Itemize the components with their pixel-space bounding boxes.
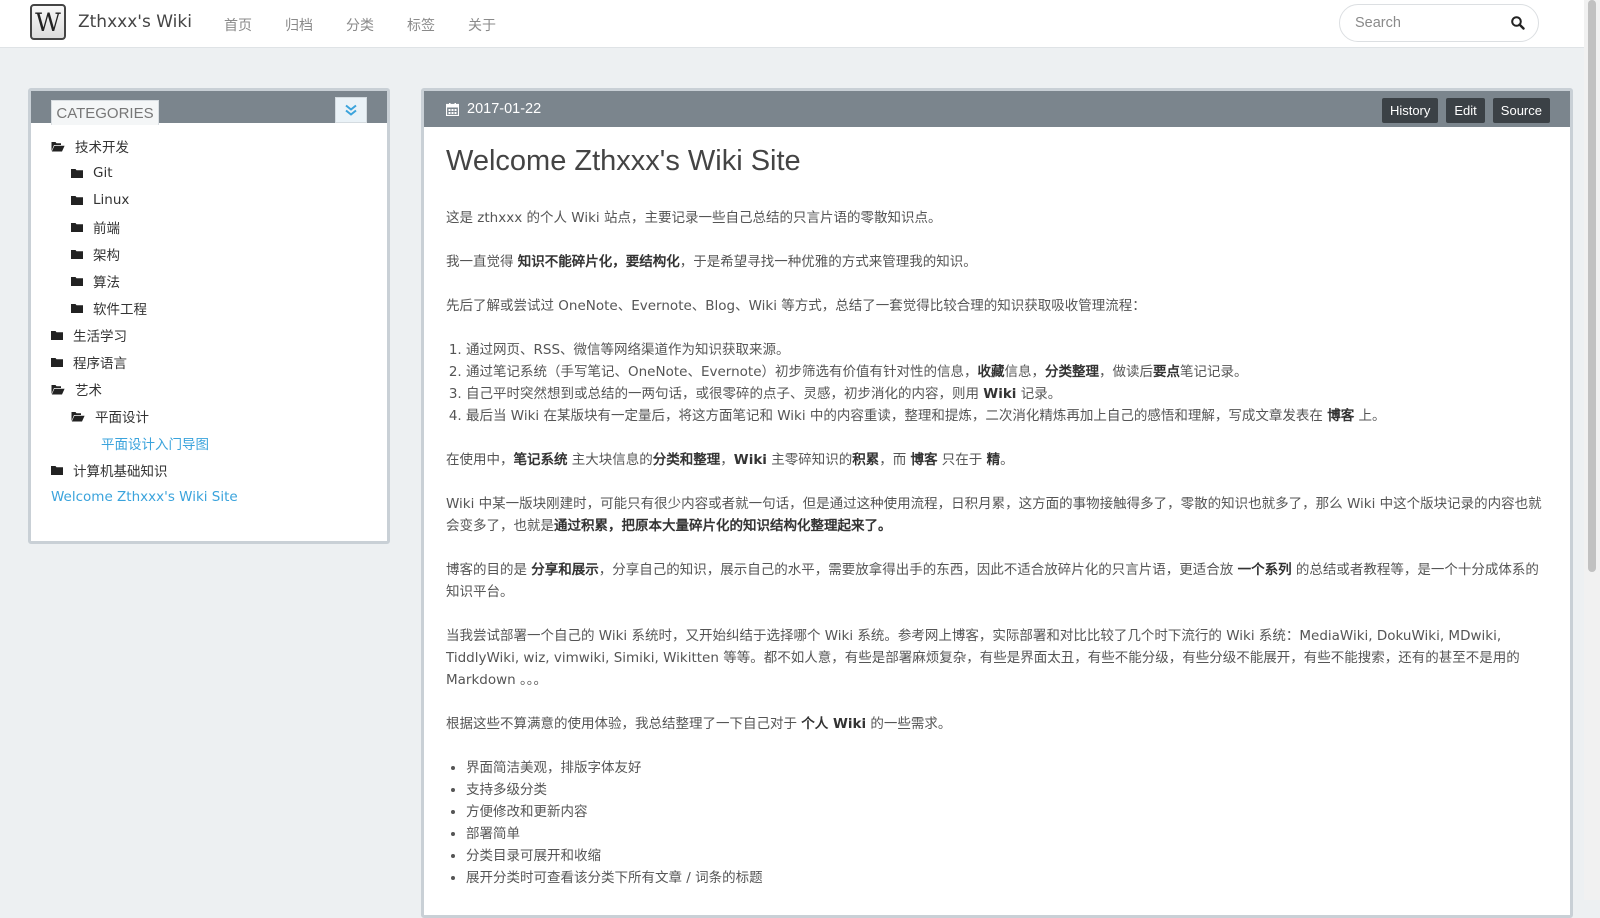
- list-item: 部署简单: [466, 823, 1550, 845]
- page-scrollbar[interactable]: [1584, 0, 1600, 900]
- calendar-icon: [446, 102, 459, 116]
- tree-item-label: 艺术: [75, 383, 102, 399]
- article-title: Welcome Zthxxx's Wiki Site: [446, 145, 801, 177]
- paragraph-blog-purpose: 博客的目的是 分享和展示，分享自己的知识，展示自己的水平，需要放拿得出手的东西，…: [446, 562, 1539, 600]
- tree-item-algorithm[interactable]: 算法: [71, 270, 120, 292]
- article-date: 2017-01-22: [446, 101, 541, 117]
- article-link-welcome[interactable]: Welcome Zthxxx's Wiki Site: [51, 489, 238, 505]
- tree-item-frontend[interactable]: 前端: [71, 216, 120, 238]
- history-button[interactable]: History: [1381, 98, 1439, 123]
- tree-item-welcome: Welcome Zthxxx's Wiki Site: [51, 486, 238, 508]
- list-item: 最后当 Wiki 在某版块有一定量后，将这方面笔记和 Wiki 中的内容重读，整…: [466, 405, 1550, 427]
- nav-home-link[interactable]: 首页: [224, 15, 252, 35]
- categories-tab[interactable]: CATEGORIES: [51, 100, 159, 125]
- paragraph-accumulation: Wiki 中某一版块刚建时，可能只有很少内容或者就一句话，但是通过这种使用流程，…: [446, 496, 1542, 534]
- requirements-list: 界面简洁美观，排版字体友好 支持多级分类 方便修改和更新内容 部署简单 分类目录…: [446, 757, 1550, 889]
- tree-item-label: 算法: [93, 275, 120, 291]
- nav-archive-link[interactable]: 归档: [285, 15, 313, 35]
- list-item: 通过网页、RSS、微信等网络渠道作为知识获取来源。: [466, 339, 1550, 361]
- paragraph-process-intro: 先后了解或尝试过 OneNote、Evernote、Blog、Wiki 等方式，…: [446, 298, 1146, 314]
- wiki-logo[interactable]: W: [30, 4, 66, 40]
- article-link-design-mindmap[interactable]: 平面设计入门导图: [101, 433, 209, 453]
- folder-icon: [71, 196, 83, 205]
- list-item: 界面简洁美观，排版字体友好: [466, 757, 1550, 779]
- paragraph-wiki-systems: 当我尝试部署一个自己的 Wiki 系统时，又开始纠结于选择哪个 Wiki 系统。…: [446, 628, 1520, 688]
- list-item: 分类目录可展开和收缩: [466, 845, 1550, 867]
- folder-icon: [71, 277, 83, 286]
- tree-item-linux[interactable]: Linux: [71, 189, 129, 211]
- scrollbar-thumb[interactable]: [1588, 0, 1596, 572]
- folder-icon: [51, 466, 63, 475]
- nav-categories-link[interactable]: 分类: [346, 15, 374, 35]
- double-chevron-down-icon: [345, 104, 357, 116]
- list-item: 支持多级分类: [466, 779, 1550, 801]
- list-item: 展开分类时可查看该分类下所有文章 / 词条的标题: [466, 867, 1550, 889]
- tree-item-software-engineering[interactable]: 软件工程: [71, 297, 147, 319]
- sidebar-header: CATEGORIES: [31, 91, 387, 125]
- folder-icon: [71, 169, 83, 178]
- list-item: 方便修改和更新内容: [466, 801, 1550, 823]
- nav-about-link[interactable]: 关于: [468, 15, 496, 35]
- article-panel: 2017-01-22 History Edit Source Welcome Z…: [421, 88, 1573, 918]
- top-navbar: W Zthxxx's Wiki 首页 归档 分类 标签 关于: [0, 0, 1584, 48]
- source-button[interactable]: Source: [1492, 98, 1550, 123]
- search-input[interactable]: [1353, 14, 1507, 32]
- tree-item-label: 架构: [93, 248, 120, 264]
- tree-item-label: 前端: [93, 221, 120, 237]
- nav-tags-link[interactable]: 标签: [407, 15, 435, 35]
- tree-item-cs-fundamentals[interactable]: 计算机基础知识: [51, 459, 168, 481]
- paragraph-belief: 我一直觉得 知识不能碎片化，要结构化，于是希望寻找一种优雅的方式来管理我的知识。: [446, 254, 977, 270]
- tree-item-label: 技术开发: [75, 140, 129, 156]
- tree-item-label: Git: [93, 165, 113, 181]
- folder-open-icon: [71, 411, 85, 421]
- edit-button[interactable]: Edit: [1446, 98, 1485, 123]
- tree-item-programming-languages[interactable]: 程序语言: [51, 351, 127, 373]
- tree-item-design-mindmap: 平面设计入门导图: [101, 432, 209, 454]
- tree-item-tech[interactable]: 技术开发: [51, 135, 129, 157]
- tree-item-label: 软件工程: [93, 302, 147, 318]
- tree-item-architecture[interactable]: 架构: [71, 243, 120, 265]
- tree-item-git[interactable]: Git: [71, 162, 113, 184]
- folder-open-icon: [51, 141, 65, 151]
- tree-item-label: 计算机基础知识: [73, 464, 168, 480]
- folder-icon: [71, 223, 83, 232]
- list-item: 通过笔记系统（手写笔记、OneNote、Evernote）初步筛选有价值有针对性…: [466, 361, 1550, 383]
- folder-icon: [71, 250, 83, 259]
- tree-item-art[interactable]: 艺术: [51, 378, 102, 400]
- process-list: 通过网页、RSS、微信等网络渠道作为知识获取来源。 通过笔记系统（手写笔记、On…: [446, 339, 1550, 427]
- article-actions: History Edit Source: [1374, 98, 1550, 123]
- tree-item-label: 生活学习: [73, 329, 127, 345]
- tree-item-life-study[interactable]: 生活学习: [51, 324, 127, 346]
- nav-links: 首页 归档 分类 标签 关于: [224, 15, 529, 35]
- site-brand[interactable]: Zthxxx's Wiki: [78, 12, 192, 32]
- list-item: 自己平时突然想到或总结的一两句话，或很零碎的点子、灵感，初步消化的内容，则用 W…: [466, 383, 1550, 405]
- categories-sidebar: CATEGORIES 技术开发 Git Linux 前端 架构 算法 软件工程 …: [28, 88, 390, 544]
- search-icon[interactable]: [1510, 15, 1526, 31]
- paragraph-intro: 这是 zthxxx 的个人 Wiki 站点，主要记录一些自己总结的只言片语的零散…: [446, 210, 942, 226]
- tree-item-graphic-design[interactable]: 平面设计: [71, 405, 149, 427]
- paragraph-requirements-intro: 根据这些不算满意的使用体验，我总结整理了一下自己对于 个人 Wiki 的一些需求…: [446, 716, 952, 732]
- tree-item-label: 平面设计: [95, 410, 149, 426]
- folder-icon: [71, 304, 83, 313]
- paragraph-usage: 在使用中，笔记系统 主大块信息的分类和整理，Wiki 主零碎知识的积累，而 博客…: [446, 452, 1014, 468]
- folder-icon: [51, 331, 63, 340]
- tree-item-label: 程序语言: [73, 356, 127, 372]
- folder-icon: [51, 358, 63, 367]
- collapse-toggle-button[interactable]: [335, 97, 367, 123]
- article-header: 2017-01-22 History Edit Source: [424, 91, 1570, 127]
- article-content: Welcome Zthxxx's Wiki Site 这是 zthxxx 的个人…: [446, 141, 1550, 889]
- date-text: 2017-01-22: [467, 101, 542, 117]
- search-box: [1339, 4, 1539, 42]
- tree-item-label: Linux: [93, 192, 130, 208]
- folder-open-icon: [51, 384, 65, 394]
